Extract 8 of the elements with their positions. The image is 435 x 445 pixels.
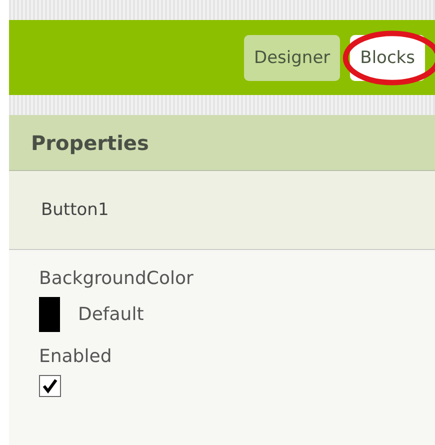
color-value: Default	[78, 304, 144, 325]
color-swatch[interactable]	[39, 297, 60, 332]
checkbox[interactable]	[39, 375, 61, 397]
tab-button[interactable]: Designer	[244, 34, 340, 80]
panel-title: Properties	[31, 130, 149, 154]
property-label: BackgroundColor	[39, 268, 194, 289]
property-label: Enabled	[39, 346, 113, 367]
component-name: Button1	[41, 200, 109, 220]
